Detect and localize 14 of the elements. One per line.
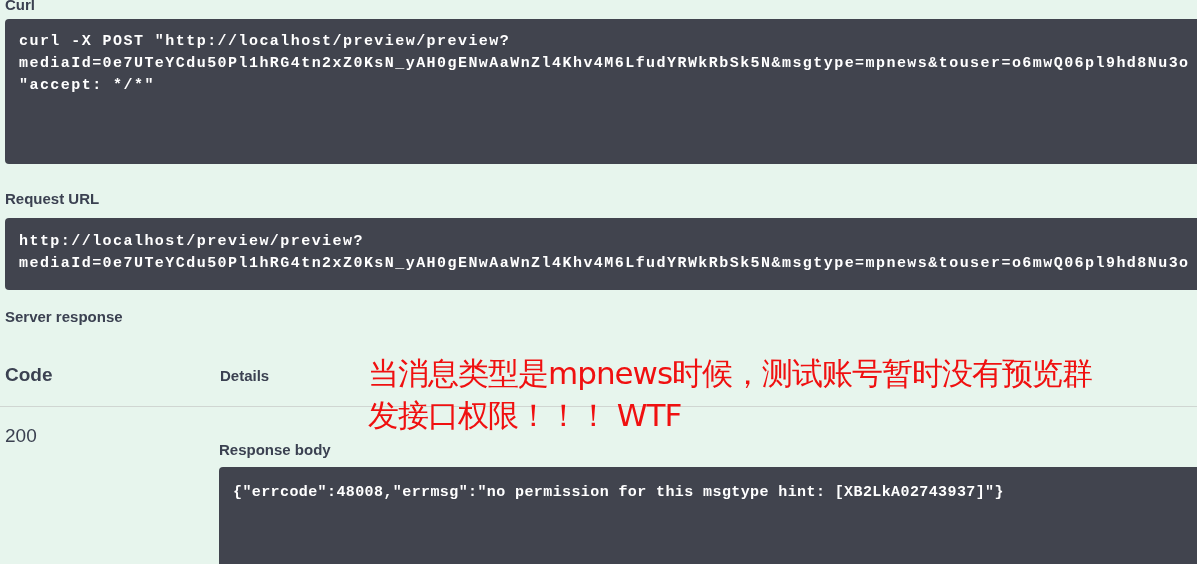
column-header: Code: [5, 364, 54, 386]
code-line: mediaId=0e7UTeYCdu50Pl1hRG4tn2xZ0KsN_yAH0gENwAaWnZl4Khv4M6LfudYRWkRbSk5N&msgtype=mpnews&touser=o6mwQ06pl9hd8Nu3o: [19, 254, 1190, 274]
annotation-text: 当消息类型是mpnews时候，测试账号暂时没有预览群: [368, 354, 1093, 393]
code-line: {"errcode":48008,"errmsg":"no permission for this msgtype hint: [XB2LkA02743937]"}: [233, 483, 1004, 503]
section-label: Request URL: [5, 190, 101, 208]
annotation-text: 发接口权限！！！ WTF: [368, 396, 683, 435]
code-line: "accept: */*": [19, 76, 155, 96]
column-header: Details: [220, 366, 270, 384]
code-line: curl -X POST "http://localhost/preview/preview?: [19, 32, 511, 52]
code-line: http://localhost/preview/preview?: [19, 232, 364, 252]
response-body-label: Response body: [219, 441, 332, 459]
code-line: mediaId=0e7UTeYCdu50Pl1hRG4tn2xZ0KsN_yAH0gENwAaWnZl4Khv4M6LfudYRWkRbSk5N&msgtype=mpnews&touser=o6mwQ06pl9hd8Nu3o: [19, 54, 1190, 74]
section-label: Server response: [5, 308, 124, 326]
status-code: 200: [5, 425, 38, 448]
